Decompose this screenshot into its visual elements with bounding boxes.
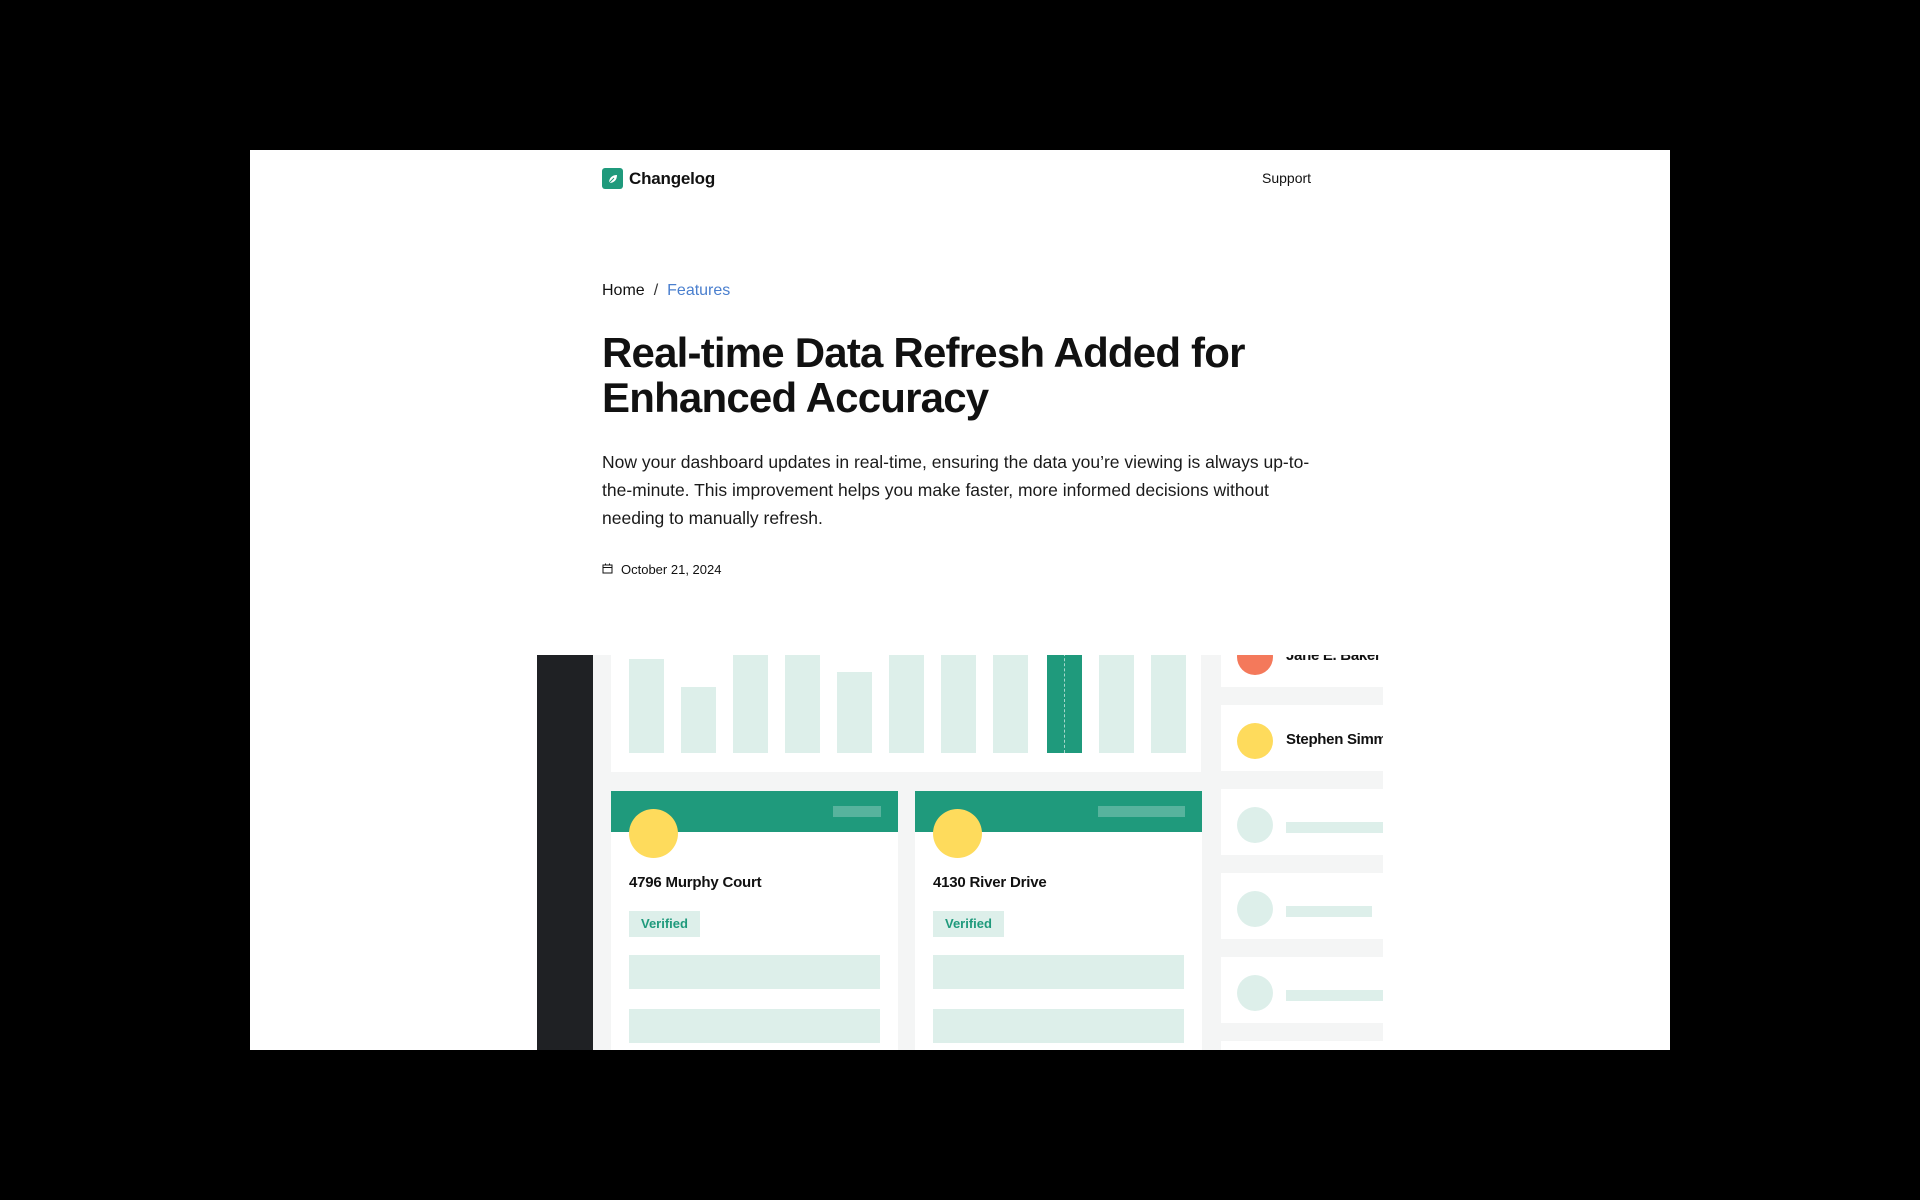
- avatar: [1237, 975, 1273, 1011]
- placeholder-line: [1286, 906, 1372, 917]
- card-placeholder-line: [629, 1009, 880, 1043]
- avatar: [1237, 655, 1273, 675]
- article-description: Now your dashboard updates in real-time,…: [602, 452, 1310, 528]
- person-list-item: Stephen Simm: [1221, 705, 1383, 771]
- preview-bar: [889, 655, 924, 753]
- preview-bar: [681, 687, 716, 753]
- preview-sidebar: [537, 655, 593, 1050]
- preview-bar: [785, 655, 820, 753]
- preview-bar-chart: [611, 655, 1201, 772]
- placeholder-line: [1286, 822, 1383, 833]
- preview-bar-highlighted: [1047, 655, 1082, 753]
- avatar: [933, 809, 982, 858]
- avatar: [1237, 807, 1273, 843]
- person-name: Jane E. Baker: [1286, 655, 1381, 664]
- avatar: [1237, 723, 1273, 759]
- preview-bar: [1099, 655, 1134, 753]
- card-placeholder-line: [629, 955, 880, 989]
- avatar: [629, 809, 678, 858]
- placeholder-list-item: [1221, 789, 1383, 855]
- changelog-page: Changelog Support Home / Features Real-t…: [250, 150, 1670, 1050]
- avatar: [1237, 891, 1273, 927]
- property-card: 4130 River Drive Verified: [915, 791, 1202, 1050]
- preview-bar: [993, 655, 1028, 753]
- placeholder-list-item: [1221, 873, 1383, 939]
- preview-bar: [733, 655, 768, 753]
- card-header-placeholder: [1098, 806, 1185, 817]
- leaf-icon: [602, 168, 623, 189]
- placeholder-line: [1286, 990, 1383, 1001]
- status-badge: Verified: [629, 911, 700, 937]
- dashboard-preview-image: 4796 Murphy Court Verified 4130 River Dr…: [537, 655, 1383, 1050]
- calendar-icon: [602, 562, 613, 577]
- preview-bar: [1151, 655, 1186, 753]
- person-list-item: Jane E. Baker: [1221, 655, 1383, 687]
- logo-link[interactable]: Changelog: [602, 168, 715, 189]
- property-card: 4796 Murphy Court Verified: [611, 791, 898, 1050]
- card-placeholder-line: [933, 1009, 1184, 1043]
- breadcrumb-home-link[interactable]: Home: [602, 282, 645, 300]
- preview-bar: [837, 672, 872, 753]
- card-title: 4796 Murphy Court: [629, 874, 762, 891]
- page-title: Real-time Data Refresh Added for Enhance…: [602, 329, 1245, 421]
- placeholder-list-item: [1221, 1041, 1383, 1050]
- publish-date: October 21, 2024: [602, 562, 721, 577]
- publish-date-text: October 21, 2024: [621, 562, 722, 577]
- card-title: 4130 River Drive: [933, 874, 1047, 891]
- breadcrumb-separator: /: [653, 282, 659, 299]
- person-name: Stephen Simm: [1286, 731, 1383, 748]
- card-placeholder-line: [933, 955, 1184, 989]
- preview-bar: [941, 655, 976, 753]
- card-header-placeholder: [833, 806, 881, 817]
- preview-bar: [629, 659, 664, 753]
- breadcrumb: Home / Features: [602, 282, 730, 300]
- support-link[interactable]: Support: [1262, 170, 1311, 186]
- logo-text: Changelog: [629, 168, 716, 188]
- placeholder-list-item: [1221, 957, 1383, 1023]
- status-badge: Verified: [933, 911, 1004, 937]
- breadcrumb-features-link[interactable]: Features: [667, 282, 730, 300]
